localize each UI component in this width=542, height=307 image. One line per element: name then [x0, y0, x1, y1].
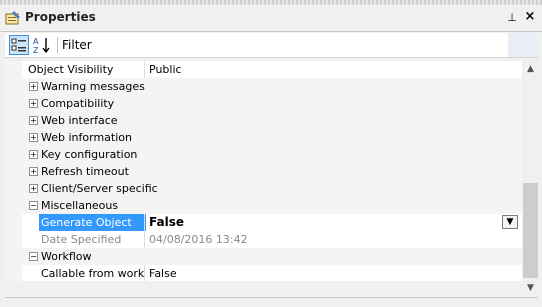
property-value: 04/08/2016 13:42: [149, 233, 248, 246]
expand-icon[interactable]: +: [29, 184, 38, 193]
property-row-date-specified[interactable]: Date Specified 04/08/2016 13:42: [22, 231, 522, 249]
column-divider: [144, 231, 145, 248]
filter-button[interactable]: Filter: [62, 38, 92, 52]
category-web-interface[interactable]: + Web interface: [22, 112, 522, 130]
alphabetical-view-button[interactable]: A Z: [32, 35, 52, 55]
expand-icon[interactable]: +: [29, 167, 38, 176]
category-warning-messages[interactable]: + Warning messages: [22, 78, 522, 96]
column-divider: [144, 61, 145, 78]
expand-icon[interactable]: +: [29, 82, 38, 91]
close-icon[interactable]: ×: [524, 10, 536, 23]
grid-gutter: [5, 61, 22, 281]
property-name: Date Specified: [41, 233, 122, 246]
pin-icon[interactable]: ⊥: [506, 12, 518, 24]
toolbar-separator: [57, 37, 58, 53]
category-label: Workflow: [41, 250, 92, 263]
svg-text:Z: Z: [33, 46, 39, 55]
chevron-down-icon[interactable]: ▼: [502, 215, 518, 229]
category-label: Web information: [41, 131, 132, 144]
category-label: Miscellaneous: [41, 199, 119, 212]
expand-icon[interactable]: +: [29, 116, 38, 125]
category-label: Compatibility: [41, 97, 115, 110]
property-value[interactable]: Public: [149, 61, 182, 78]
property-row-object-visibility[interactable]: Object Visibility Public: [22, 61, 522, 79]
expand-icon[interactable]: +: [29, 133, 38, 142]
category-label: Client/Server specific: [41, 182, 158, 195]
property-row-generate-object[interactable]: Generate Object False ▼: [22, 214, 522, 232]
expand-icon[interactable]: +: [29, 99, 38, 108]
toolbar: A Z Filter: [5, 33, 538, 58]
collapse-icon[interactable]: −: [29, 252, 38, 261]
property-row-callable-from-workflow[interactable]: Callable from workflow False: [22, 265, 522, 281]
category-key-configuration[interactable]: + Key configuration: [22, 146, 522, 164]
categorized-view-button[interactable]: [9, 35, 29, 55]
column-divider: [144, 214, 145, 231]
vertical-scrollbar[interactable]: ▲ ▼: [522, 61, 539, 297]
column-divider: [144, 265, 145, 281]
property-value-select[interactable]: False: [149, 214, 184, 231]
toolbar-shade: [508, 33, 538, 57]
expand-icon[interactable]: +: [29, 150, 38, 159]
scroll-up-icon[interactable]: ▲: [522, 61, 539, 78]
property-name: Generate Object: [39, 214, 146, 231]
collapse-icon[interactable]: −: [29, 201, 38, 210]
divider: [5, 297, 538, 298]
scroll-thumb[interactable]: [523, 183, 538, 278]
scroll-down-icon[interactable]: ▼: [522, 280, 539, 297]
category-client-server-specific[interactable]: + Client/Server specific: [22, 180, 522, 198]
title-bar: Properties ⊥ ×: [0, 5, 542, 32]
svg-text:A: A: [33, 37, 39, 46]
category-label: Refresh timeout: [41, 165, 129, 178]
property-name: Callable from workflow: [41, 267, 144, 280]
panel-title: Properties: [25, 10, 96, 24]
category-label: Warning messages: [41, 80, 145, 93]
sort-alpha-icon: A Z: [33, 37, 50, 55]
category-compatibility[interactable]: + Compatibility: [22, 95, 522, 113]
category-workflow[interactable]: − Workflow: [22, 248, 522, 266]
properties-icon: [5, 11, 20, 25]
category-label: Key configuration: [41, 148, 138, 161]
category-web-information[interactable]: + Web information: [22, 129, 522, 147]
category-refresh-timeout[interactable]: + Refresh timeout: [22, 163, 522, 181]
property-value[interactable]: False: [149, 265, 177, 281]
category-label: Web interface: [41, 114, 118, 127]
categorized-icon: [11, 38, 26, 52]
property-name: Object Visibility: [28, 63, 114, 76]
category-miscellaneous[interactable]: − Miscellaneous: [22, 197, 522, 215]
properties-panel: Properties ⊥ × A Z Filter Object Visibil…: [0, 0, 542, 307]
property-grid: Object Visibility Public + Warning messa…: [22, 61, 522, 281]
